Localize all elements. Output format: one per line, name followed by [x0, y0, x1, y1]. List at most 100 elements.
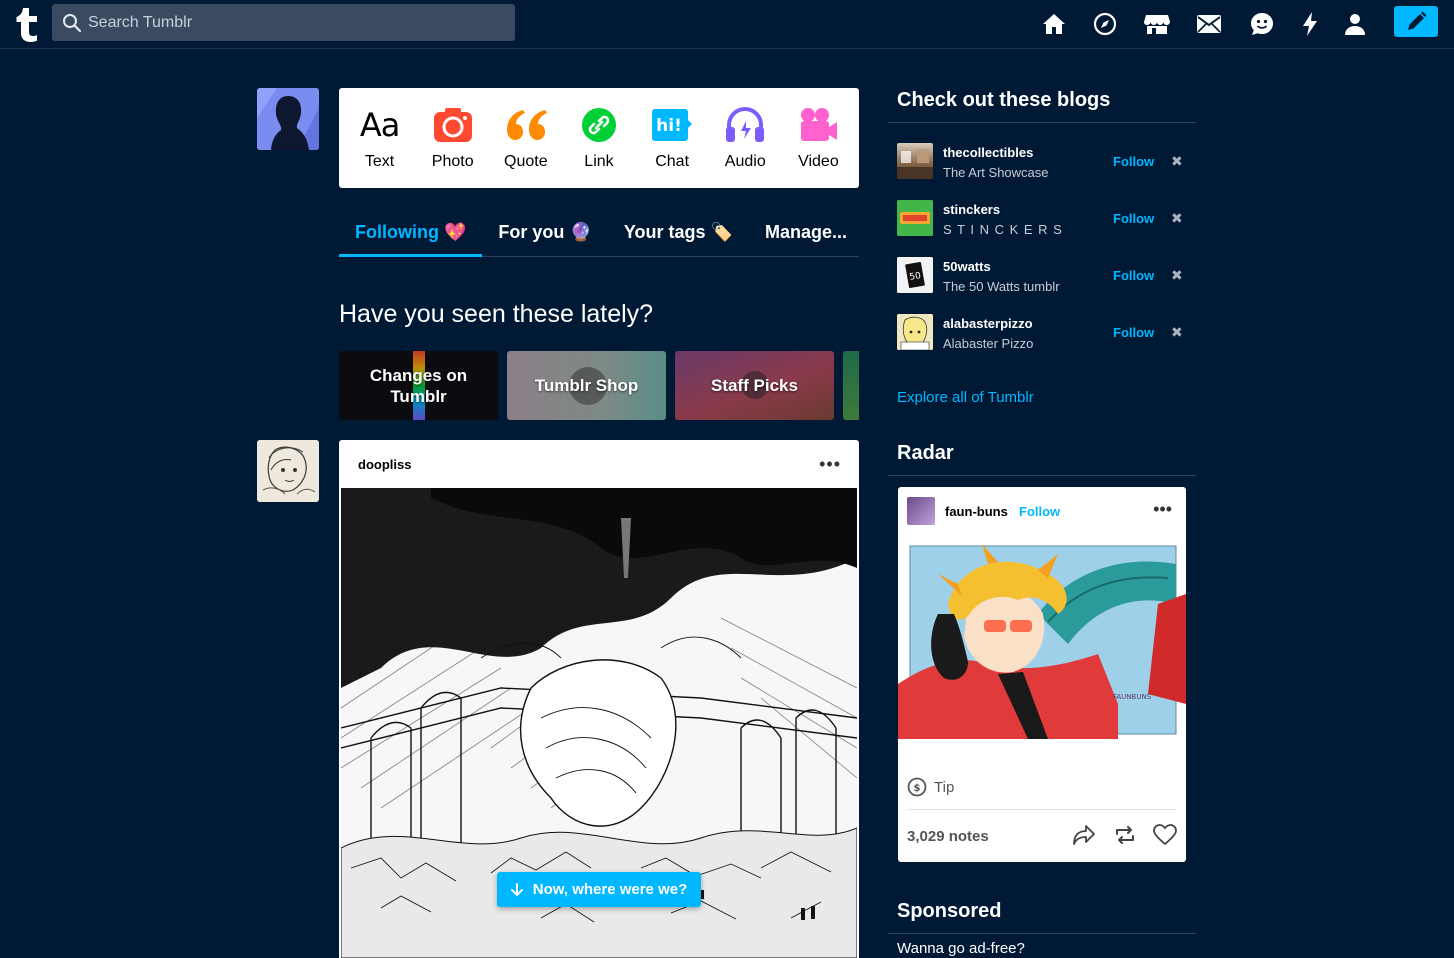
lately-card-staff-picks-label: Staff Picks	[711, 376, 798, 395]
radar-blog-avatar[interactable]	[907, 497, 935, 525]
composer-chat-label: Chat	[655, 153, 690, 170]
blog-name[interactable]: 50watts	[943, 259, 991, 274]
recommended-blog-row[interactable]: alabasterpizzo Alabaster Pizzo Follow ✖	[897, 312, 1187, 352]
radar-post-image[interactable]: FAUNBUNS	[898, 544, 1186, 739]
toast-label: Now, where were we?	[532, 881, 688, 898]
tab-manage-label: Manage...	[764, 222, 848, 242]
home-icon[interactable]	[1040, 10, 1068, 38]
reblog-icon[interactable]	[1112, 823, 1138, 847]
user-avatar[interactable]	[257, 88, 319, 150]
follow-button[interactable]: Follow	[1113, 211, 1154, 226]
radar-follow-button[interactable]: Follow	[1019, 504, 1060, 519]
pencil-icon	[1408, 11, 1427, 30]
svg-text:$: $	[914, 783, 921, 794]
explore-icon[interactable]	[1091, 10, 1119, 38]
radar-heading: Radar	[897, 442, 954, 464]
post-blog-name[interactable]: doopliss	[358, 457, 411, 472]
dismiss-close-icon[interactable]: ✖	[1171, 210, 1183, 227]
lately-card-shop[interactable]: Tumblr Shop	[507, 351, 666, 420]
post-more-options-icon[interactable]: •••	[819, 454, 841, 475]
tab-manage[interactable]: Manage...	[749, 210, 863, 257]
arrow-down-icon	[510, 882, 523, 896]
top-navigation-bar	[0, 0, 1454, 49]
blog-title: S T I N C K E R S	[943, 222, 1063, 237]
like-heart-icon[interactable]	[1152, 823, 1178, 847]
check-out-blogs-heading: Check out these blogs	[897, 89, 1111, 111]
text-icon: Aa	[359, 106, 400, 144]
blog-name[interactable]: stinckers	[943, 202, 1000, 217]
svg-text:hi!: hi!	[656, 116, 682, 136]
composer-quote-button[interactable]: Quote	[491, 105, 561, 171]
search-icon	[62, 13, 82, 33]
account-icon[interactable]	[1341, 10, 1369, 38]
tab-for-you[interactable]: For you 🔮	[482, 210, 607, 257]
radar-more-options-icon[interactable]: •••	[1153, 499, 1172, 520]
blog-avatar[interactable]	[897, 314, 933, 350]
share-icon[interactable]	[1071, 823, 1097, 847]
activity-icon[interactable]	[1296, 10, 1324, 38]
post-author-avatar[interactable]	[257, 440, 319, 502]
dismiss-close-icon[interactable]: ✖	[1171, 267, 1183, 284]
quote-icon	[505, 105, 547, 145]
tumblr-logo-icon[interactable]	[14, 6, 40, 42]
svg-text:50: 50	[909, 271, 922, 283]
tip-button[interactable]: $ Tip	[907, 777, 954, 797]
blog-name[interactable]: thecollectibles	[943, 145, 1033, 160]
tip-label: Tip	[934, 778, 955, 796]
composer-link-label: Link	[584, 153, 614, 170]
search-bar[interactable]	[52, 4, 515, 41]
sponsored-heading: Sponsored	[897, 900, 1002, 922]
composer-text-label: Text	[364, 153, 395, 170]
dismiss-close-icon[interactable]: ✖	[1171, 153, 1183, 170]
blog-name[interactable]: alabasterpizzo	[943, 316, 1033, 331]
composer-video-label: Video	[798, 153, 839, 170]
lately-heading: Have you seen these lately?	[339, 300, 654, 328]
lately-card-changes[interactable]: Changes on Tumblr	[339, 351, 498, 420]
composer-link-button[interactable]: Link	[564, 105, 634, 171]
blog-title: The 50 Watts tumblr	[943, 279, 1060, 294]
lately-card-staff-picks[interactable]: Staff Picks	[675, 351, 834, 420]
radar-signature: FAUNBUNS	[1113, 693, 1152, 701]
inbox-icon[interactable]	[1195, 10, 1223, 38]
compose-button[interactable]	[1394, 6, 1438, 37]
divider	[888, 933, 1196, 934]
follow-button[interactable]: Follow	[1113, 325, 1154, 340]
camera-icon	[432, 105, 474, 145]
recommended-blog-row[interactable]: thecollectibles The Art Showcase Follow …	[897, 141, 1187, 181]
composer-video-button[interactable]: Video	[783, 105, 853, 171]
lately-card-changes-label: Changes on Tumblr	[369, 365, 468, 406]
composer-photo-button[interactable]: Photo	[418, 105, 488, 171]
follow-button[interactable]: Follow	[1113, 154, 1154, 169]
blog-avatar[interactable]	[897, 200, 933, 236]
shop-icon[interactable]	[1143, 10, 1171, 38]
search-input[interactable]	[88, 4, 508, 41]
post-composer: Aa Text Photo Quote Link hi! Chat Audio	[339, 88, 859, 188]
notes-count[interactable]: 3,029 notes	[907, 828, 989, 845]
tab-for-you-label: For you	[498, 222, 565, 242]
ad-free-link[interactable]: Wanna go ad-free?	[897, 940, 1025, 957]
composer-photo-label: Photo	[431, 153, 474, 170]
composer-chat-button[interactable]: hi! Chat	[637, 105, 707, 171]
tab-your-tags[interactable]: Your tags 🏷️	[608, 210, 749, 257]
now-where-were-we-button[interactable]: Now, where were we?	[497, 872, 701, 907]
lately-card-shop-label: Tumblr Shop	[534, 376, 639, 395]
messages-icon[interactable]	[1248, 10, 1276, 38]
tab-following[interactable]: Following 💖	[339, 210, 483, 257]
blog-avatar[interactable]: 50	[897, 257, 933, 293]
radar-blog-name[interactable]: faun-buns	[945, 504, 1008, 519]
feed-tabs: Following 💖 For you 🔮 Your tags 🏷️ Manag…	[339, 210, 859, 257]
composer-text-button[interactable]: Aa Text	[345, 105, 415, 171]
dismiss-close-icon[interactable]: ✖	[1171, 324, 1183, 341]
sparkling-heart-icon: 💖	[444, 222, 467, 242]
follow-button[interactable]: Follow	[1113, 268, 1154, 283]
composer-audio-button[interactable]: Audio	[710, 105, 780, 171]
lately-card-partial[interactable]	[843, 351, 859, 420]
crystal-ball-icon: 🔮	[569, 222, 592, 242]
recommended-blog-row[interactable]: 50 50watts The 50 Watts tumblr Follow ✖	[897, 255, 1187, 295]
blog-avatar[interactable]	[897, 143, 933, 179]
chat-icon: hi!	[651, 105, 693, 145]
blog-title: The Art Showcase	[943, 165, 1049, 180]
explore-all-link[interactable]: Explore all of Tumblr	[897, 389, 1034, 406]
recommended-blog-row[interactable]: stinckers S T I N C K E R S Follow ✖	[897, 198, 1187, 238]
tab-following-label: Following	[355, 222, 439, 242]
